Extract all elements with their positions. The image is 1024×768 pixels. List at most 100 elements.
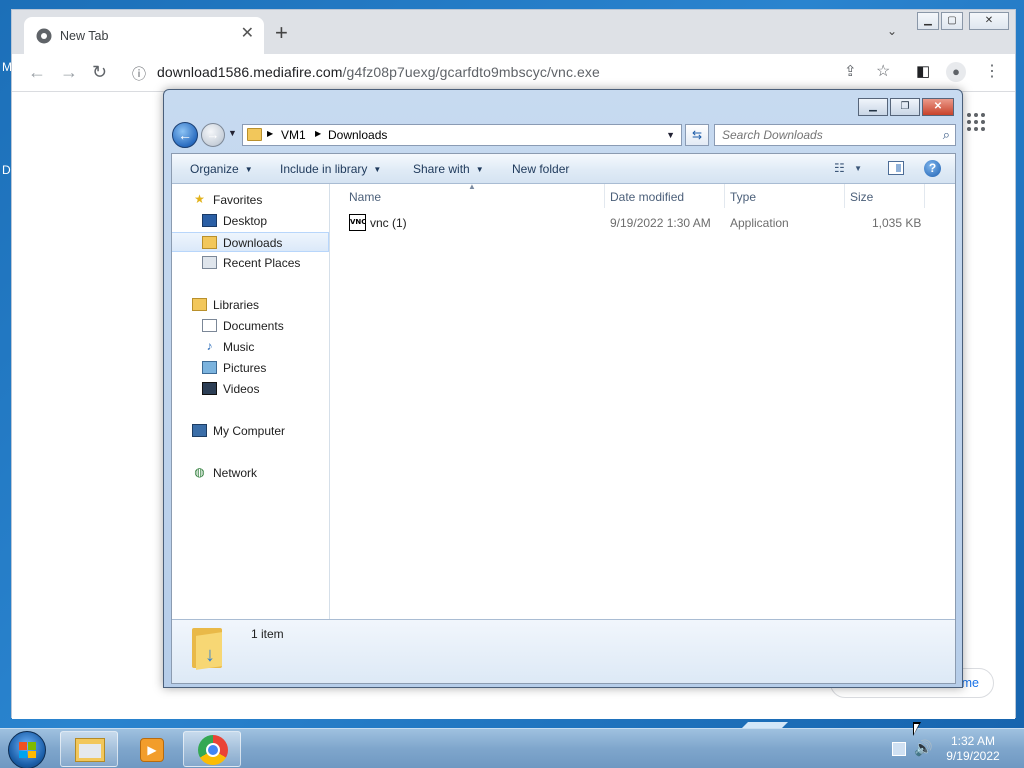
close-window-button[interactable]: ✕ xyxy=(969,12,1009,30)
column-header-name[interactable]: Name xyxy=(349,190,381,204)
breadcrumb-arrow-icon[interactable]: ▶ xyxy=(315,129,321,138)
nav-network[interactable]: ◍ Network xyxy=(172,463,329,483)
details-pane: ↓ 1 item xyxy=(172,619,955,683)
url-path: /g4fz08p7uexg/gcarfdto9mbscyc/vnc.exe xyxy=(342,64,600,80)
reload-icon[interactable]: ↻ xyxy=(92,62,107,82)
breadcrumb-vm1[interactable]: VM1 xyxy=(281,128,306,142)
site-info-icon[interactable]: ⓘ xyxy=(132,64,146,84)
nav-favorites[interactable]: ★ Favorites xyxy=(172,190,329,210)
windows-logo-icon xyxy=(19,742,36,758)
nav-music[interactable]: ♪ Music xyxy=(172,337,329,357)
volume-icon[interactable]: 🔊 xyxy=(914,739,933,757)
desktop-icon xyxy=(202,214,217,227)
navigation-pane: ★ Favorites Desktop Downloads Recent Pla… xyxy=(172,184,330,619)
explorer-minimize-button[interactable]: ▁ xyxy=(858,98,888,116)
search-icon[interactable]: ⌕ xyxy=(943,127,950,143)
forward-button[interactable]: → xyxy=(201,123,225,147)
forward-arrow-icon[interactable]: → xyxy=(60,62,78,82)
item-count: 1 item xyxy=(251,627,284,641)
include-in-library-label: Include in library xyxy=(280,162,368,176)
nav-pictures[interactable]: Pictures xyxy=(172,358,329,378)
explorer-address-bar[interactable]: ▶ VM1 ▶ Downloads ▼ xyxy=(242,124,682,146)
side-panel-icon[interactable]: ◧ xyxy=(916,62,930,82)
organize-label: Organize xyxy=(190,162,239,176)
file-size: 1,035 KB xyxy=(872,216,922,230)
explorer-nav-bar: ← → ▼ ▶ VM1 ▶ Downloads ▼ ⇆ ⌕ xyxy=(172,122,956,148)
clock[interactable]: 1:32 AM 9/19/2022 xyxy=(940,734,1006,764)
taskbar-chrome-button[interactable] xyxy=(183,731,241,767)
explorer-close-button[interactable]: ✕ xyxy=(922,98,954,116)
close-tab-icon[interactable]: ✕ xyxy=(241,26,254,42)
apps-grid-icon[interactable] xyxy=(967,113,985,131)
nav-libraries[interactable]: Libraries xyxy=(172,295,329,315)
address-bar[interactable]: download1586.mediafire.com/g4fz08p7uexg/… xyxy=(157,64,600,80)
search-input[interactable] xyxy=(715,125,925,145)
nav-my-computer[interactable]: My Computer xyxy=(172,421,329,441)
include-in-library-button[interactable]: Include in library ▼ xyxy=(280,162,381,176)
back-arrow-icon[interactable]: ← xyxy=(28,62,46,82)
clock-date: 9/19/2022 xyxy=(946,749,1000,763)
new-tab-button[interactable]: + xyxy=(275,22,288,44)
star-icon: ★ xyxy=(194,192,205,206)
browser-toolbar: ← → ↻ ⓘ download1586.mediafire.com/g4fz0… xyxy=(12,54,1015,92)
libraries-icon xyxy=(192,298,207,311)
change-view-icon[interactable]: ☷ ▼ xyxy=(834,161,862,175)
chevron-down-icon: ▼ xyxy=(475,165,484,174)
network-tray-icon[interactable] xyxy=(892,742,906,756)
taskbar-media-player-button[interactable]: ▶ xyxy=(121,731,179,767)
pill-text: me xyxy=(961,676,979,690)
recent-pages-dropdown-icon[interactable]: ▼ xyxy=(228,128,237,138)
maximize-button[interactable]: ▢ xyxy=(941,12,963,30)
kebab-menu-icon[interactable]: ⋮ xyxy=(984,62,1000,82)
column-divider[interactable] xyxy=(604,184,605,208)
new-folder-button[interactable]: New folder xyxy=(512,162,569,176)
column-header-type[interactable]: Type xyxy=(730,190,756,204)
url-host: download1586.mediafire.com xyxy=(157,64,343,80)
explorer-search-box[interactable]: ⌕ xyxy=(714,124,956,146)
nav-label: Downloads xyxy=(223,236,283,250)
preview-pane-icon[interactable] xyxy=(888,161,904,175)
explorer-maximize-button[interactable]: ❐ xyxy=(890,98,920,116)
folder-icon xyxy=(247,128,262,141)
organize-button[interactable]: Organize ▼ xyxy=(190,162,253,176)
file-type: Application xyxy=(730,216,789,230)
nav-recent-places[interactable]: Recent Places xyxy=(172,253,329,273)
recent-places-icon xyxy=(202,256,217,269)
nav-downloads[interactable]: Downloads xyxy=(172,232,329,252)
start-button[interactable] xyxy=(8,731,46,768)
taskbar-explorer-button[interactable] xyxy=(60,731,118,767)
nav-label: Network xyxy=(213,466,258,480)
breadcrumb-downloads[interactable]: Downloads xyxy=(328,128,387,142)
column-header-size[interactable]: Size xyxy=(850,190,873,204)
share-icon[interactable]: ⇪ xyxy=(844,62,857,82)
file-list: ▲ Name Date modified Type Size VNC vnc (… xyxy=(331,182,955,619)
file-row[interactable]: VNC vnc (1) 9/19/2022 1:30 AM Applicatio… xyxy=(335,212,925,234)
pictures-icon xyxy=(202,361,217,374)
nav-documents[interactable]: Documents xyxy=(172,316,329,336)
back-button[interactable]: ← xyxy=(172,122,198,148)
column-divider[interactable] xyxy=(924,184,925,208)
column-divider[interactable] xyxy=(844,184,845,208)
explorer-window-controls: ▁ ❐ ✕ xyxy=(856,98,954,116)
nav-videos[interactable]: Videos xyxy=(172,379,329,399)
tab-new-tab[interactable]: New Tab ✕ xyxy=(24,17,264,54)
taskbar: ▶ 🔊 1:32 AM 9/19/2022 xyxy=(0,728,1024,768)
bookmark-star-icon[interactable]: ☆ xyxy=(876,62,890,82)
nav-label: Recent Places xyxy=(223,256,301,270)
breadcrumb-arrow-icon[interactable]: ▶ xyxy=(267,129,273,138)
nav-desktop[interactable]: Desktop xyxy=(172,211,329,231)
help-icon[interactable]: ? xyxy=(924,160,941,177)
share-with-button[interactable]: Share with ▼ xyxy=(413,162,484,176)
nav-label: Music xyxy=(223,340,255,354)
refresh-button[interactable]: ⇆ xyxy=(685,124,709,146)
tab-search-chevron-icon[interactable]: ⌄ xyxy=(887,24,897,38)
minimize-button[interactable]: ▁ xyxy=(917,12,939,30)
downloads-folder-icon: ↓ xyxy=(192,628,224,670)
address-dropdown-icon[interactable]: ▼ xyxy=(666,130,675,140)
column-divider[interactable] xyxy=(724,184,725,208)
column-header-date-modified[interactable]: Date modified xyxy=(610,190,684,204)
mouse-cursor-icon xyxy=(913,722,921,736)
chrome-logo-icon xyxy=(198,735,228,765)
videos-icon xyxy=(202,382,217,395)
profile-icon[interactable]: ● xyxy=(946,62,966,82)
